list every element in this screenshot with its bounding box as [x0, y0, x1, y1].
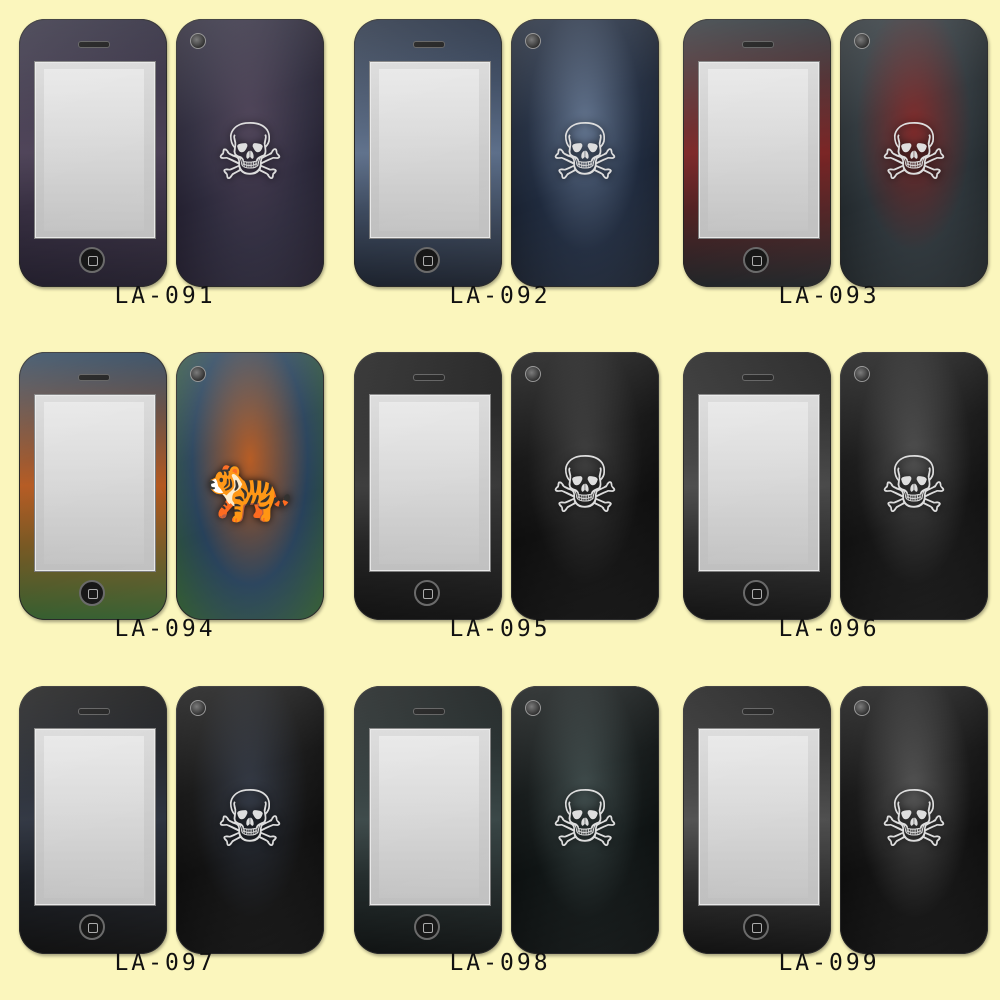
- screen-cutout: [35, 729, 155, 905]
- phone-skin-front: [354, 352, 502, 620]
- home-button-icon: [79, 580, 105, 606]
- product-card-la-099[interactable]: ☠ LA-099: [664, 667, 994, 1000]
- phone-skin-front: [683, 19, 831, 287]
- camera-lens-icon: [854, 366, 870, 382]
- product-card-la-096[interactable]: ☠ LA-096: [664, 333, 994, 666]
- grim-reaper-throne-artwork-icon: ☠: [215, 108, 285, 198]
- product-card-la-095[interactable]: ☠ LA-095: [335, 333, 665, 666]
- camera-lens-icon: [525, 366, 541, 382]
- home-button-icon: [79, 914, 105, 940]
- product-code-label: LA-096: [778, 616, 880, 642]
- screen-cutout: [699, 395, 819, 571]
- skull-top-hat-artwork-icon: ☠: [879, 441, 949, 531]
- phone-skin-front: [683, 686, 831, 954]
- camera-lens-icon: [854, 33, 870, 49]
- screen-cutout: [370, 62, 490, 238]
- speaker-slot: [78, 374, 110, 381]
- product-code-label: LA-097: [114, 950, 216, 976]
- phone-skin-back: 🐅: [176, 352, 324, 620]
- home-button-icon: [414, 247, 440, 273]
- camera-lens-icon: [525, 700, 541, 716]
- product-code-label: LA-091: [114, 283, 216, 309]
- product-card-la-097[interactable]: ☠ LA-097: [0, 667, 330, 1000]
- cracked-skull-rose-artwork-icon: ☠: [550, 775, 620, 865]
- speaker-slot: [413, 41, 445, 48]
- reaper-candelabra-artwork-icon: ☠: [550, 441, 620, 531]
- screen-cutout: [35, 62, 155, 238]
- winged-skull-chains-artwork-icon: ☠: [215, 775, 285, 865]
- phone-skin-front: [19, 686, 167, 954]
- speaker-slot: [78, 708, 110, 715]
- product-card-la-091[interactable]: ☠ LA-091: [0, 0, 330, 333]
- product-code-label: LA-098: [449, 950, 551, 976]
- home-button-icon: [743, 247, 769, 273]
- phone-skin-back: ☠: [176, 19, 324, 287]
- product-code-label: LA-099: [778, 950, 880, 976]
- speaker-slot: [78, 41, 110, 48]
- product-card-la-092[interactable]: ☠ LA-092: [335, 0, 665, 333]
- product-code-label: LA-094: [114, 616, 216, 642]
- product-code-label: LA-092: [449, 283, 551, 309]
- screen-cutout: [370, 395, 490, 571]
- phone-skin-back: ☠: [840, 686, 988, 954]
- product-grid: ☠ LA-091 ☠ LA-092 ☠ LA-093 🐅 LA-094 ☠ LA-095 ☠ LA-0…: [0, 0, 1000, 1000]
- skull-red-splatter-artwork-icon: ☠: [879, 108, 949, 198]
- phone-skin-back: ☠: [176, 686, 324, 954]
- tiger-jungle-artwork-icon: 🐅: [206, 445, 294, 527]
- home-button-icon: [414, 580, 440, 606]
- product-card-la-094[interactable]: 🐅 LA-094: [0, 333, 330, 666]
- camera-lens-icon: [525, 33, 541, 49]
- screen-cutout: [370, 729, 490, 905]
- camera-lens-icon: [854, 700, 870, 716]
- phone-skin-back: ☠: [840, 352, 988, 620]
- phone-skin-back: ☠: [840, 19, 988, 287]
- product-code-label: LA-095: [449, 616, 551, 642]
- phone-skin-front: [683, 352, 831, 620]
- phone-skin-back: ☠: [511, 686, 659, 954]
- speaker-slot: [413, 374, 445, 381]
- product-card-la-093[interactable]: ☠ LA-093: [664, 0, 994, 333]
- product-card-la-098[interactable]: ☠ LA-098: [335, 667, 665, 1000]
- skull-crossed-axes-artwork-icon: ☠: [879, 775, 949, 865]
- phone-skin-front: [19, 19, 167, 287]
- speaker-slot: [742, 708, 774, 715]
- phone-skin-front: [354, 19, 502, 287]
- home-button-icon: [79, 247, 105, 273]
- speaker-slot: [742, 41, 774, 48]
- reaper-scythe-lightning-artwork-icon: ☠: [550, 108, 620, 198]
- speaker-slot: [742, 374, 774, 381]
- product-code-label: LA-093: [778, 283, 880, 309]
- phone-skin-front: [354, 686, 502, 954]
- home-button-icon: [414, 914, 440, 940]
- speaker-slot: [413, 708, 445, 715]
- screen-cutout: [699, 729, 819, 905]
- camera-lens-icon: [190, 700, 206, 716]
- phone-skin-front: [19, 352, 167, 620]
- camera-lens-icon: [190, 33, 206, 49]
- home-button-icon: [743, 914, 769, 940]
- screen-cutout: [35, 395, 155, 571]
- camera-lens-icon: [190, 366, 206, 382]
- phone-skin-back: ☠: [511, 19, 659, 287]
- phone-skin-back: ☠: [511, 352, 659, 620]
- home-button-icon: [743, 580, 769, 606]
- screen-cutout: [699, 62, 819, 238]
